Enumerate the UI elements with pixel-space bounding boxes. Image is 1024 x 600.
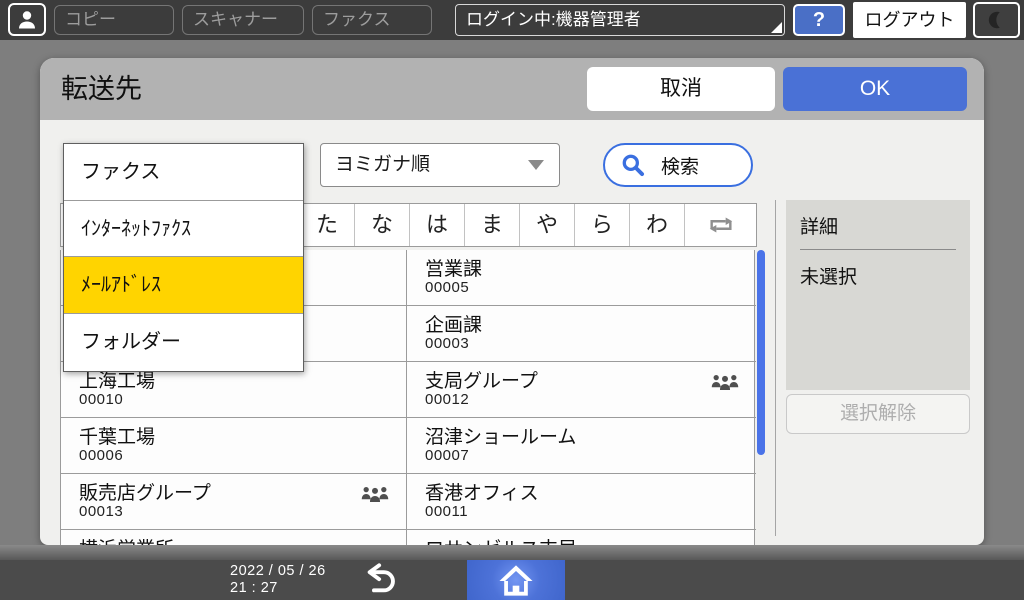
help-button[interactable]: ?: [793, 4, 845, 36]
destination-number: 00013: [79, 503, 123, 520]
destination-cell[interactable]: ロサンゼルス支局: [407, 530, 756, 545]
tab-ha[interactable]: は: [409, 204, 464, 246]
list-scrollbar-thumb[interactable]: [757, 250, 765, 455]
moon-icon: [986, 8, 1008, 32]
home-button[interactable]: [467, 560, 565, 600]
home-icon: [497, 563, 535, 597]
destination-cell[interactable]: 香港オフィス 00011: [407, 474, 756, 529]
datetime-display: 2022 / 05 / 26 21 : 27: [230, 563, 326, 597]
login-status-button[interactable]: ログイン中:機器管理者: [455, 4, 785, 36]
destination-cell[interactable]: 支局グループ 00012: [407, 362, 756, 417]
corner-fold-icon: [771, 22, 782, 33]
dialog-header: 転送先 取消 OK: [40, 58, 984, 120]
destination-cell[interactable]: 企画課 00003: [407, 306, 756, 361]
copy-app-button[interactable]: コピー: [54, 5, 174, 35]
deselect-button[interactable]: 選択解除: [786, 394, 970, 434]
back-arrow-icon: [360, 561, 400, 599]
sleep-mode-button[interactable]: [973, 2, 1020, 38]
destination-name: 営業課: [425, 254, 482, 281]
destination-name: ロサンゼルス支局: [425, 534, 577, 545]
destination-cell[interactable]: 千葉工場 00006: [61, 418, 407, 473]
destination-number: 00003: [425, 335, 469, 352]
destination-name: 支局グループ: [425, 366, 538, 393]
destination-number: 00011: [425, 503, 468, 520]
ok-button[interactable]: OK: [783, 67, 967, 111]
destination-cell[interactable]: 沼津ショールーム 00007: [407, 418, 756, 473]
menu-item-email-address[interactable]: ﾒｰﾙｱﾄﾞﾚｽ: [64, 257, 303, 314]
dialog-title: 転送先: [61, 58, 142, 120]
destination-name: 千葉工場: [79, 422, 155, 449]
destination-cell[interactable]: 横浜営業所: [61, 530, 407, 545]
sort-order-select[interactable]: ヨミガナ順: [320, 143, 560, 187]
group-icon: [710, 372, 740, 392]
destination-number: 00010: [79, 391, 123, 408]
cancel-button[interactable]: 取消: [587, 67, 775, 111]
detail-panel: 詳細 未選択: [786, 200, 970, 390]
group-icon: [360, 484, 390, 504]
menu-item-fax[interactable]: ファクス: [64, 144, 303, 201]
user-button[interactable]: [8, 3, 46, 36]
detail-divider: [800, 249, 956, 250]
destination-number: 00012: [425, 391, 469, 408]
menu-item-internet-fax[interactable]: ｲﾝﾀｰﾈｯﾄﾌｧｸｽ: [64, 201, 303, 258]
tab-ta[interactable]: た: [299, 204, 354, 246]
tab-ya[interactable]: や: [519, 204, 574, 246]
destination-name: 香港オフィス: [425, 478, 539, 505]
destination-type-menu: ファクス ｲﾝﾀｰﾈｯﾄﾌｧｸｽ ﾒｰﾙｱﾄﾞﾚｽ フォルダー: [63, 143, 304, 372]
destination-number: 00005: [425, 279, 469, 296]
caret-down-icon: [528, 160, 544, 170]
forward-destination-dialog: 転送先 取消 OK ヨミガナ順 検索 た な は ま や ら わ: [40, 58, 984, 545]
destination-number: 00006: [79, 447, 123, 464]
back-button[interactable]: [345, 560, 415, 600]
search-label: 検索: [661, 152, 699, 179]
search-button[interactable]: 検索: [603, 143, 753, 187]
tab-wa[interactable]: わ: [629, 204, 684, 246]
bottom-bar: 2022 / 05 / 26 21 : 27: [0, 560, 1024, 600]
table-row: 千葉工場 00006 沼津ショールーム 00007: [61, 418, 756, 474]
logout-button[interactable]: ログアウト: [853, 2, 966, 38]
reorder-icon: [707, 214, 735, 236]
destination-cell[interactable]: 販売店グループ 00013: [61, 474, 407, 529]
top-bar: コピー スキャナー ファクス ログイン中:機器管理者 ? ログアウト: [0, 0, 1024, 40]
switch-view-button[interactable]: [684, 204, 756, 246]
table-row: 販売店グループ 00013 香港オフィス 00011: [61, 474, 756, 530]
user-icon: [15, 8, 39, 32]
bottom-shadow: [0, 545, 1024, 560]
destination-name: 企画課: [425, 310, 482, 337]
login-status-label: ログイン中:機器管理者: [466, 10, 641, 29]
destination-name: 販売店グループ: [79, 478, 211, 505]
touch-panel-screen: コピー スキャナー ファクス ログイン中:機器管理者 ? ログアウト 転送先 取…: [0, 0, 1024, 600]
panel-divider: [775, 200, 776, 536]
sort-order-value: ヨミガナ順: [335, 144, 430, 186]
time-label: 21 : 27: [230, 580, 326, 597]
destination-number: 00007: [425, 447, 469, 464]
scanner-app-button[interactable]: スキャナー: [182, 5, 304, 35]
tab-na[interactable]: な: [354, 204, 409, 246]
destination-cell[interactable]: 営業課 00005: [407, 250, 756, 305]
detail-title: 詳細: [800, 212, 956, 239]
tab-ma[interactable]: ま: [464, 204, 519, 246]
tab-ra[interactable]: ら: [574, 204, 629, 246]
menu-item-folder[interactable]: フォルダー: [64, 314, 303, 371]
fax-app-button[interactable]: ファクス: [312, 5, 432, 35]
magnifier-icon: [621, 153, 645, 177]
destination-name: 横浜営業所: [79, 534, 174, 545]
destination-name: 沼津ショールーム: [425, 422, 576, 449]
date-label: 2022 / 05 / 26: [230, 563, 326, 580]
table-row: 横浜営業所 ロサンゼルス支局: [61, 530, 756, 545]
detail-status: 未選択: [800, 262, 956, 289]
